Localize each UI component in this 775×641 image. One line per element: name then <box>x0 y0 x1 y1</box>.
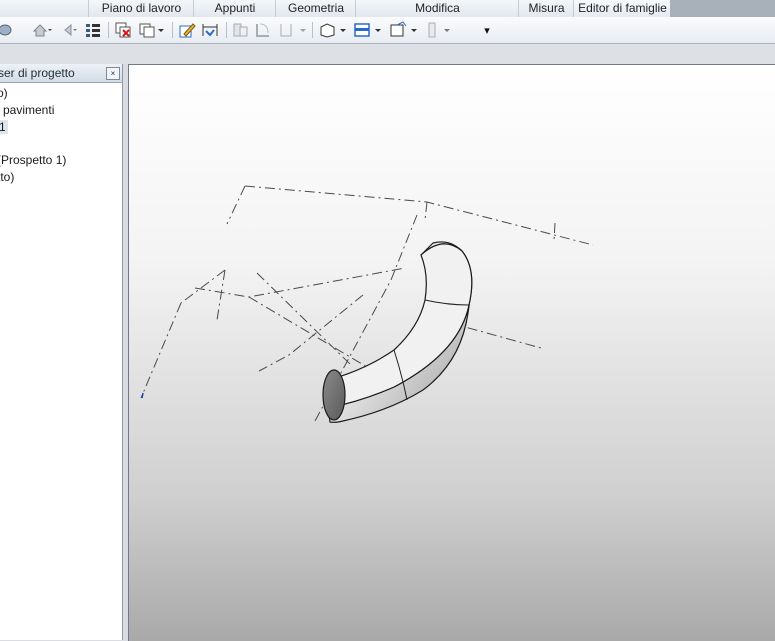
open-icon[interactable] <box>0 21 14 39</box>
tree-item[interactable]: tto) <box>0 170 14 184</box>
panel-appunti[interactable]: Appunti <box>193 0 276 17</box>
switch-windows-icon[interactable] <box>138 21 166 39</box>
panel-misura[interactable]: Misura <box>518 0 574 17</box>
view-marker <box>141 392 144 399</box>
tree-item-selected[interactable]: 1 <box>0 120 8 134</box>
toolbar-overflow-icon[interactable]: ▾ <box>480 21 494 39</box>
workplane-icon[interactable] <box>318 21 348 39</box>
undo-icon[interactable] <box>30 21 52 39</box>
join-icon[interactable] <box>232 21 250 39</box>
panel-modifica[interactable]: Modifica <box>355 0 519 17</box>
tree-item[interactable]: o) <box>0 86 8 100</box>
toolbar-overflow-glyph: ▾ <box>484 24 490 37</box>
quick-access-toolbar: ▾ <box>0 17 775 44</box>
panel-piano-di-lavoro[interactable]: Piano di lavoro <box>88 0 194 17</box>
thin-lines-icon[interactable] <box>424 21 454 39</box>
project-browser-header: ser di progetto × <box>0 64 122 83</box>
split-icon[interactable] <box>278 21 308 39</box>
dimension-icon[interactable] <box>200 21 220 39</box>
default-3d-view-icon[interactable] <box>352 21 384 39</box>
project-browser-title: ser di progetto <box>0 66 75 80</box>
project-browser: ser di progetto × o) i pavimenti 1 (Pros… <box>0 64 123 640</box>
viewport-scene <box>140 185 594 423</box>
ribbon-end-filler <box>670 0 775 17</box>
3d-viewport[interactable] <box>128 64 775 641</box>
properties-icon[interactable] <box>84 21 102 39</box>
close-hidden-icon[interactable] <box>114 21 134 39</box>
tree-item[interactable]: (Prospetto 1) <box>0 153 66 167</box>
redo-icon[interactable] <box>60 21 80 39</box>
ribbon-panel-bar: Piano di lavoro Appunti Geometria Modifi… <box>0 0 775 18</box>
cut-icon[interactable] <box>254 21 272 39</box>
tree-item[interactable]: i pavimenti <box>0 103 54 117</box>
panel-geometria[interactable]: Geometria <box>275 0 356 17</box>
edit-icon[interactable] <box>178 21 196 39</box>
close-panel-icon[interactable]: × <box>106 67 120 80</box>
section-icon[interactable] <box>388 21 420 39</box>
panel-editor-di-famiglie[interactable]: Editor di famiglie <box>573 0 671 17</box>
toolbar-gap <box>0 44 775 64</box>
